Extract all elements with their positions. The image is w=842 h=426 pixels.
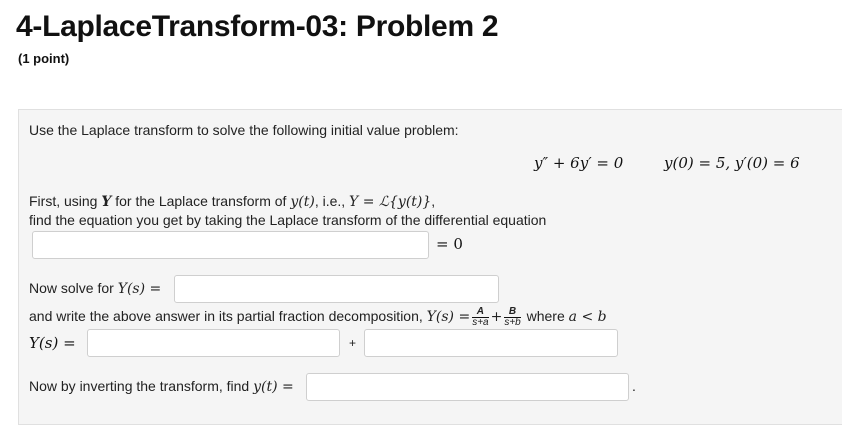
step1-line2: find the equation you get by taking the … (29, 212, 547, 228)
step1-line1: First, using Y for the Laplace transform… (29, 193, 436, 210)
fraction-A: As+a (472, 306, 489, 328)
points-label: (1 point) (18, 51, 70, 66)
step3-text: and write the above answer in its partia… (29, 306, 607, 328)
step2-label: Now solve for Y(s) = (29, 280, 162, 297)
intro-text: Use the Laplace transform to solve the f… (29, 122, 459, 138)
fraction-B: Bs+b (504, 306, 521, 328)
transformed-equation-input[interactable] (32, 231, 429, 259)
equals-zero-label: = 0 (436, 235, 463, 253)
trailing-period: . (632, 378, 636, 394)
solve-Y-input[interactable] (174, 275, 499, 303)
initial-conditions: y(0) = 5, y′(0) = 6 (664, 154, 800, 172)
plus-label: + (349, 336, 357, 350)
problem-panel: Use the Laplace transform to solve the f… (18, 109, 842, 425)
inverse-transform-input[interactable] (306, 373, 629, 401)
partial-fraction-label: Y(s) = (29, 334, 76, 352)
ode-equation: y″ + 6y′ = 0 (534, 154, 624, 172)
step4-label: Now by inverting the transform, find y(t… (29, 378, 294, 395)
page-title: 4-LaplaceTransform-03: Problem 2 (16, 10, 499, 43)
partial-fraction-term-a-input[interactable] (87, 329, 340, 357)
partial-fraction-term-b-input[interactable] (364, 329, 618, 357)
